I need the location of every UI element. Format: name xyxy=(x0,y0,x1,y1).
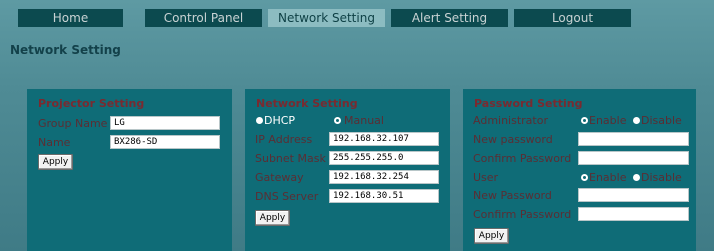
manual-radio[interactable] xyxy=(334,117,341,124)
subnet-mask-label: Subnet Mask xyxy=(255,152,326,165)
gateway-label: Gateway xyxy=(255,171,304,184)
user-enable-label: Enable xyxy=(589,171,627,184)
user-enable-radio[interactable] xyxy=(581,174,588,181)
dns-server-label: DNS Server xyxy=(255,190,319,203)
user-disable-radio[interactable] xyxy=(633,174,640,181)
tab-home[interactable]: Home xyxy=(18,9,123,27)
network-setting-panel: Network Setting DHCP Manual IP Address 1… xyxy=(245,89,450,251)
admin-confirm-password-label: Confirm Password xyxy=(473,152,572,165)
gateway-input[interactable]: 192.168.32.254 xyxy=(329,170,439,184)
user-disable-label: Disable xyxy=(641,171,682,184)
name-input[interactable]: BX286-SD xyxy=(110,135,220,149)
manual-label: Manual xyxy=(344,114,384,127)
user-label: User xyxy=(473,171,499,184)
group-name-input[interactable]: LG xyxy=(110,116,220,130)
password-setting-panel: Password Setting Administrator Enable Di… xyxy=(463,89,696,251)
page-title: Network Setting xyxy=(10,43,121,57)
user-new-password-input[interactable] xyxy=(578,188,689,202)
administrator-label: Administrator xyxy=(473,114,548,127)
name-label: Name xyxy=(38,136,71,149)
admin-disable-radio[interactable] xyxy=(633,117,640,124)
admin-new-password-input[interactable] xyxy=(578,132,689,146)
admin-enable-radio[interactable] xyxy=(581,117,588,124)
tab-logout[interactable]: Logout xyxy=(514,9,631,27)
tab-alert-setting[interactable]: Alert Setting xyxy=(391,9,508,27)
dns-server-input[interactable]: 192.168.30.51 xyxy=(329,189,439,203)
network-setting-title: Network Setting xyxy=(256,97,358,110)
projector-apply-button[interactable]: Apply xyxy=(38,154,73,170)
password-setting-title: Password Setting xyxy=(474,97,583,110)
tab-control-panel[interactable]: Control Panel xyxy=(145,9,262,27)
ip-address-input[interactable]: 192.168.32.107 xyxy=(329,132,439,146)
password-apply-button[interactable]: Apply xyxy=(474,228,509,244)
network-apply-button[interactable]: Apply xyxy=(255,210,290,226)
dhcp-label: DHCP xyxy=(264,114,296,127)
ip-address-label: IP Address xyxy=(255,133,313,146)
admin-confirm-password-input[interactable] xyxy=(578,151,689,165)
subnet-mask-input[interactable]: 255.255.255.0 xyxy=(329,151,439,165)
user-new-password-label: New Password xyxy=(473,189,552,202)
dhcp-radio[interactable] xyxy=(256,117,263,124)
user-confirm-password-input[interactable] xyxy=(578,207,689,221)
user-confirm-password-label: Confirm Password xyxy=(473,208,572,221)
group-name-label: Group Name xyxy=(38,117,108,130)
projector-setting-panel: Projector Setting Group Name LG Name BX2… xyxy=(27,89,232,251)
projector-setting-title: Projector Setting xyxy=(38,97,145,110)
admin-enable-label: Enable xyxy=(589,114,627,127)
admin-new-password-label: New password xyxy=(473,133,553,146)
admin-disable-label: Disable xyxy=(641,114,682,127)
tab-network-setting[interactable]: Network Setting xyxy=(268,9,385,27)
